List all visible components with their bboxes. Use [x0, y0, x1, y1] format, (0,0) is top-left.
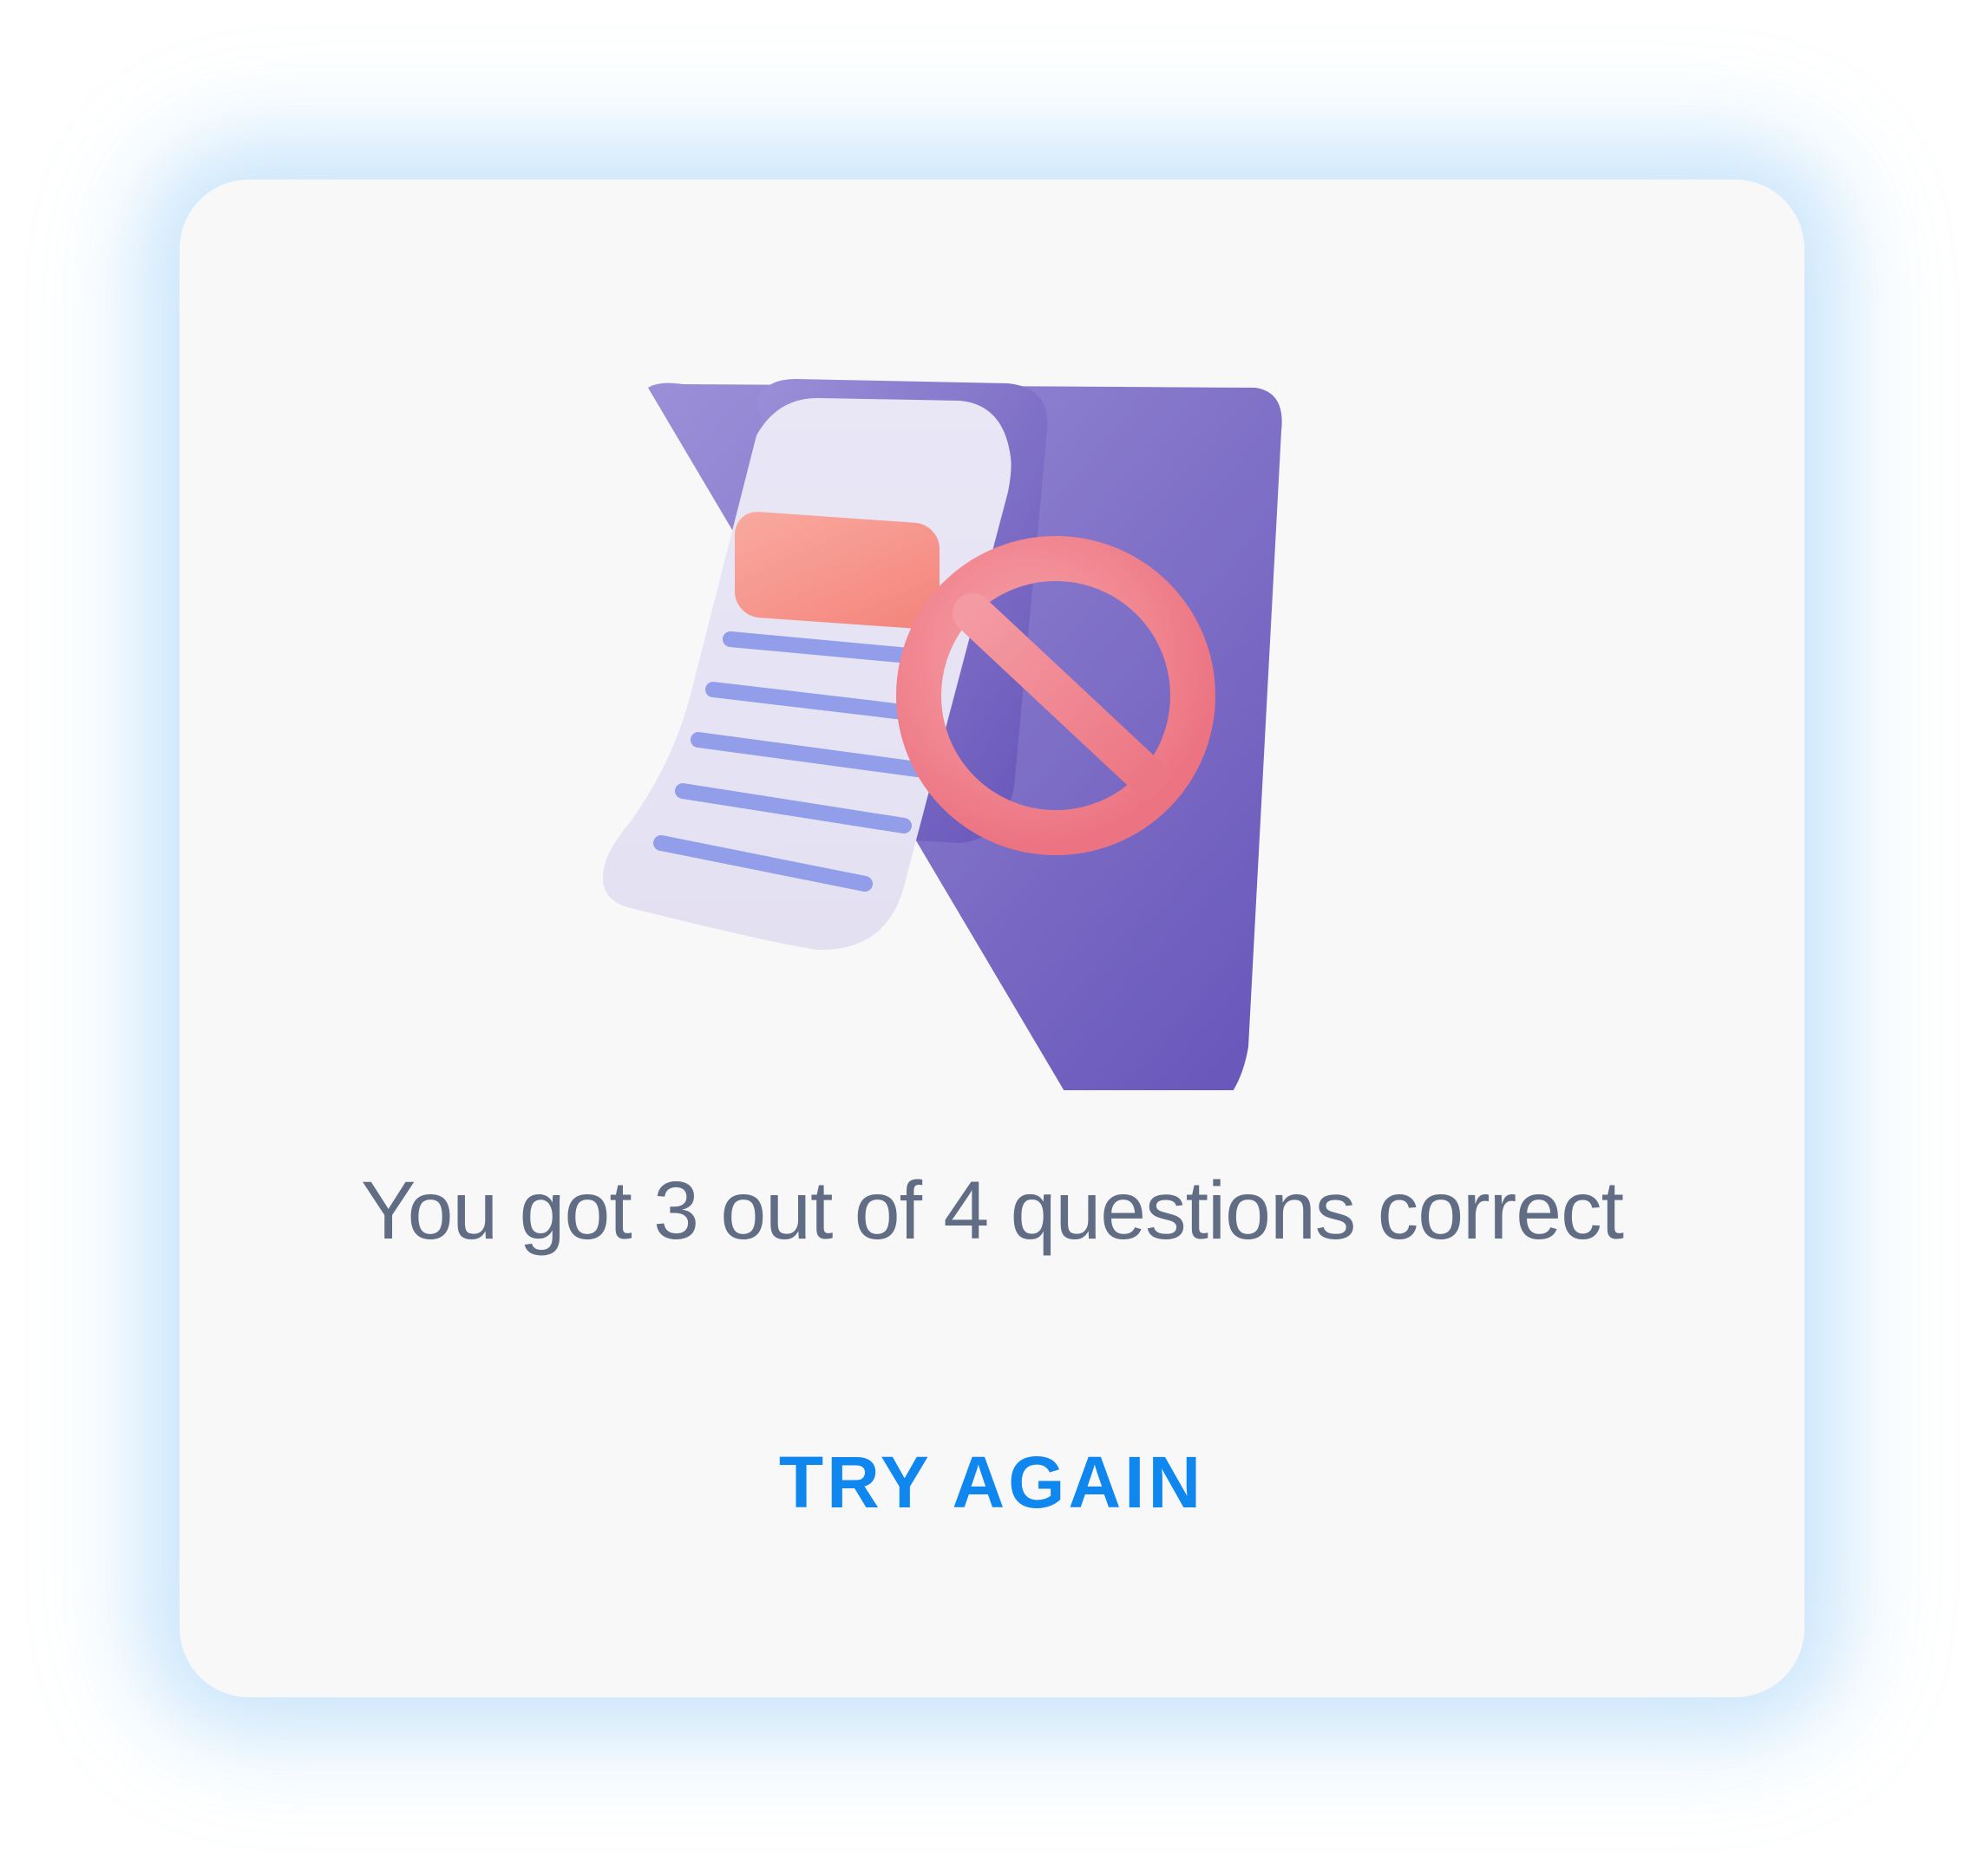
try-again-button[interactable]: TRY AGAIN — [731, 1422, 1252, 1543]
document-rejected-icon — [596, 353, 1377, 1090]
result-message: You got 3 out of 4 questions correct — [360, 1165, 1624, 1257]
quiz-result-card: You got 3 out of 4 questions correct TRY… — [180, 180, 1804, 1697]
